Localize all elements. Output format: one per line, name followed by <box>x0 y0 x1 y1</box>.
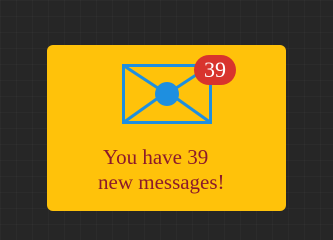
notification-message: You have 39 new messages! <box>47 145 286 195</box>
message-line-1: You have 39 <box>103 145 209 169</box>
notification-card[interactable]: 39 You have 39 new messages! <box>47 45 286 211</box>
message-line-2: new messages! <box>98 170 225 194</box>
message-count-badge: 39 <box>194 55 236 85</box>
